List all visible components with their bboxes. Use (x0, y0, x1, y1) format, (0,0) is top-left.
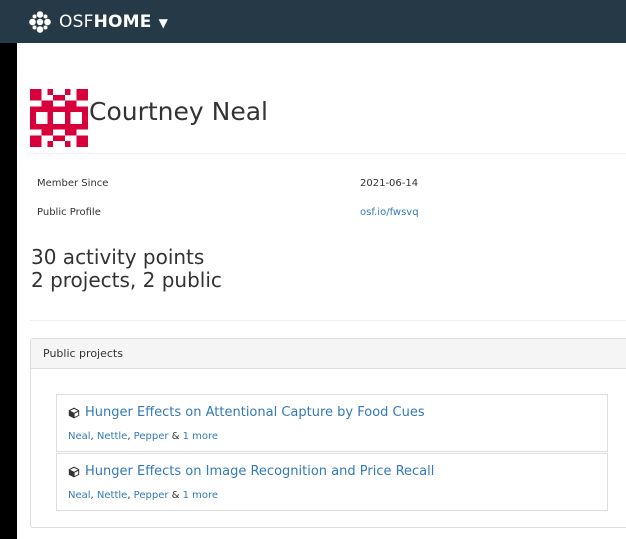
project-title: Hunger Effects on Attentional Capture by… (85, 405, 425, 420)
public-profile-label: Public Profile (37, 207, 101, 218)
project-item: Hunger Effects on Image Recognition and … (56, 453, 608, 511)
osf-home-menu[interactable]: OSF HOME ▼ (28, 10, 168, 34)
project-item: Hunger Effects on Attentional Capture by… (56, 394, 608, 452)
contributor-link[interactable]: Neal (68, 490, 91, 501)
activity-summary: 30 activity points 2 projects, 2 public (31, 246, 222, 292)
public-profile-link[interactable]: osf.io/fwsvq (360, 207, 419, 218)
brand-osf: OSF (59, 11, 94, 32)
more-contributors-link[interactable]: 1 more (183, 490, 218, 501)
user-name: Courtney Neal (89, 96, 268, 126)
member-since-label: Member Since (37, 178, 109, 189)
contributor-link[interactable]: Nettle (97, 431, 127, 442)
profile-page: Courtney Neal Member Since 2021-06-14 Pu… (17, 43, 626, 539)
profile-header: Courtney Neal (30, 89, 268, 147)
divider (30, 153, 626, 154)
contributor-link[interactable]: Neal (68, 431, 91, 442)
user-identicon (30, 89, 88, 147)
activity-points: 30 activity points (31, 245, 205, 269)
chevron-down-icon: ▼ (158, 15, 168, 30)
public-projects-panel: Public projects Hunger Effects on Attent… (30, 338, 626, 528)
osf-logo-icon (29, 10, 51, 33)
brand-home: HOME (93, 11, 152, 32)
ampersand: & (168, 431, 183, 442)
project-title-link[interactable]: Hunger Effects on Attentional Capture by… (68, 405, 425, 420)
project-title: Hunger Effects on Image Recognition and … (85, 464, 435, 479)
contributor-link[interactable]: Nettle (97, 490, 127, 501)
navbar: OSF HOME ▼ (0, 0, 626, 43)
project-title-link[interactable]: Hunger Effects on Image Recognition and … (68, 464, 434, 479)
projects-summary: 2 projects, 2 public (31, 268, 222, 292)
more-contributors-link[interactable]: 1 more (183, 431, 218, 442)
panel-heading: Public projects (31, 339, 626, 369)
contributors: Neal, Nettle, Pepper & 1 more (68, 431, 219, 442)
project-cube-icon (68, 466, 80, 477)
member-since-value: 2021-06-14 (360, 178, 419, 189)
project-cube-icon (68, 407, 80, 418)
contributor-link[interactable]: Pepper (134, 431, 169, 442)
contributors: Neal, Nettle, Pepper & 1 more (68, 490, 219, 501)
ampersand: & (168, 490, 183, 501)
divider (30, 320, 626, 321)
contributor-link[interactable]: Pepper (134, 490, 169, 501)
